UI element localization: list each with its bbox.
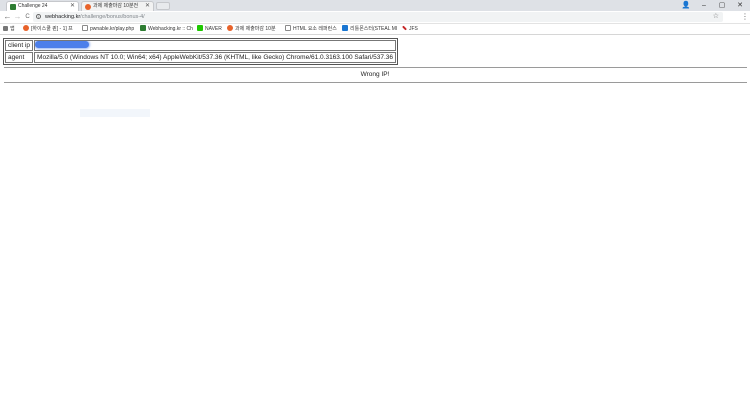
bookmark-item[interactable]: [하이스쿨 퀸] - 1] 프 [23,24,73,34]
minimize-button[interactable]: – [696,0,712,11]
divider [4,67,747,68]
table-row: client ip [5,40,397,51]
reload-button[interactable]: C [23,12,32,22]
browser-menu-button[interactable]: ⋮ [741,12,749,22]
agent-label: agent [5,52,34,63]
wrong-ip-message: Wrong IP! [360,71,390,78]
circle-logo-icon [227,25,233,31]
circle-logo-icon [85,4,91,10]
apps-grid-icon [3,26,8,31]
browser-toolbar: ← → C i webhacking.kr/challenge/bonus/bo… [0,11,750,24]
circle-logo-icon [23,25,29,31]
back-button[interactable]: ← [3,12,12,22]
info-table: client ip agent Mozilla/5.0 (Windows NT … [3,38,399,65]
bookmark-item[interactable]: pwnable.kr/play.php [82,24,134,34]
tab-title: 과제 제출마감 10분전 [93,3,139,9]
agent-value: Mozilla/5.0 (Windows NT 10.0; Win64; x64… [34,52,397,63]
bookmark-item[interactable]: 과제 제출마감 10분 [227,24,276,34]
bookmark-item[interactable]: Webhacking.kr :: Ch [140,24,193,34]
client-ip-value [34,40,397,51]
bookmark-item[interactable]: NAVER [197,24,222,34]
new-tab-button[interactable] [156,2,170,10]
bug-icon [140,25,146,31]
redaction-mark [35,41,90,49]
table-row: agent Mozilla/5.0 (Windows NT 10.0; Win6… [5,52,397,63]
url-text: webhacking.kr/challenge/bonus/bonus-4/ [45,14,145,20]
faded-overlay [80,109,150,117]
tab-assignment[interactable]: 과제 제출마감 10분전 ✕ [81,1,154,11]
bookmark-item[interactable]: JFS [402,24,418,34]
page-icon [82,25,88,31]
bookmark-apps[interactable]: 앱 [3,24,15,34]
client-ip-label: client ip [5,40,34,51]
wrench-icon [402,25,407,31]
page-icon [285,25,291,31]
bookmark-star-icon[interactable]: ☆ [713,12,719,22]
tab-strip: Challenge 24 ✕ 과제 제출마감 10분전 ✕ 👤 – ▢ ✕ [0,0,750,11]
bookmark-item[interactable]: 리틀몬스터(STEAL MI [342,24,397,34]
tab-challenge-24[interactable]: Challenge 24 ✕ [6,1,79,11]
bug-icon [10,4,16,10]
bookmark-item[interactable]: HTML 요소 레퍼런스 [285,24,337,34]
maximize-button[interactable]: ▢ [714,0,730,11]
tab-title: Challenge 24 [18,3,48,9]
m-logo-icon [342,25,348,31]
bookmarks-bar: 앱 [하이스쿨 퀸] - 1] 프 pwnable.kr/play.php We… [0,24,750,35]
forward-button[interactable]: → [13,12,22,22]
address-bar[interactable]: i webhacking.kr/challenge/bonus/bonus-4/… [33,12,723,22]
close-icon[interactable]: ✕ [145,2,150,11]
info-icon[interactable]: i [36,14,41,19]
close-window-button[interactable]: ✕ [732,0,748,11]
divider [4,82,747,83]
profile-icon[interactable]: 👤 [678,0,694,11]
naver-icon [197,25,203,31]
close-icon[interactable]: ✕ [70,2,75,11]
